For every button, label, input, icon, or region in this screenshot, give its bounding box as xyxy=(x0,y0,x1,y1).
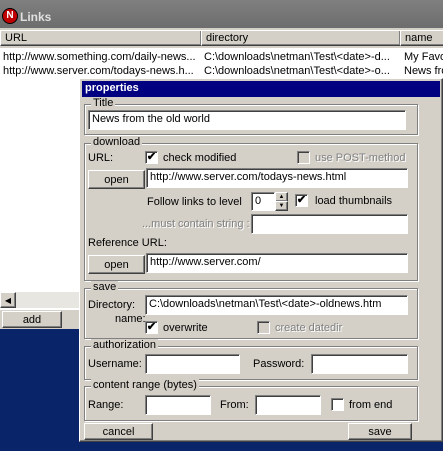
load-thumbnails-label: load thumbnails xyxy=(315,195,393,207)
scroll-left-button[interactable]: ◀ xyxy=(0,292,16,308)
create-datedir-label: create datedir xyxy=(275,322,343,334)
authorization-legend: authorization xyxy=(91,339,158,351)
overwrite-label: overwrite xyxy=(163,322,208,334)
save-legend: save xyxy=(91,281,119,293)
cancel-button[interactable]: cancel xyxy=(84,423,153,440)
content-range-legend: content range (bytes) xyxy=(91,379,199,391)
spin-down-icon[interactable]: ▼ xyxy=(275,201,288,211)
url-input[interactable]: http://www.server.com/todays-news.html xyxy=(146,168,408,188)
reference-url-label: Reference URL: xyxy=(88,237,167,249)
password-input[interactable] xyxy=(311,354,408,374)
directory-label: Directory: xyxy=(88,299,136,311)
row-url: http://www.server.com/todays-news.h... xyxy=(3,65,194,77)
title-input[interactable]: News from the old world xyxy=(88,110,406,130)
app-logo-icon: N xyxy=(2,8,18,24)
column-header-directory[interactable]: directory xyxy=(201,30,401,46)
row-name: My Favo xyxy=(404,51,443,63)
password-label: Password: xyxy=(253,358,305,370)
overwrite-checkbox[interactable]: ✔ xyxy=(145,321,158,334)
download-legend: download xyxy=(91,136,143,148)
row-url: http://www.something.com/daily-news... xyxy=(3,51,196,63)
username-label: Username: xyxy=(88,358,142,370)
use-post-label: use POST-method xyxy=(315,152,406,164)
properties-dialog: properties Title News from the old world… xyxy=(79,78,443,442)
row-directory: C:\downloads\netman\Test\<date>-o... xyxy=(204,65,390,77)
dialog-title: properties xyxy=(85,82,139,94)
table-row[interactable]: http://www.something.com/daily-news... C… xyxy=(0,50,443,64)
level-input[interactable]: 0 xyxy=(251,192,275,211)
links-title: Links xyxy=(20,10,52,24)
open-url-button[interactable]: open xyxy=(88,170,145,189)
from-input[interactable] xyxy=(255,395,321,415)
row-directory: C:\downloads\netman\Test\<date>-d... xyxy=(204,51,390,63)
must-contain-input[interactable] xyxy=(251,214,408,234)
from-label: From: xyxy=(220,399,249,411)
must-contain-label: ...must contain string : xyxy=(142,218,250,230)
username-input[interactable] xyxy=(145,354,240,374)
from-end-checkbox[interactable] xyxy=(331,398,344,411)
save-button[interactable]: save xyxy=(348,423,412,440)
follow-links-label: Follow links to level xyxy=(147,196,242,208)
create-datedir-checkbox[interactable] xyxy=(257,321,270,334)
from-end-label: from end xyxy=(349,399,393,411)
name-label: name: xyxy=(115,313,146,325)
column-header-url[interactable]: URL xyxy=(0,30,202,46)
reference-url-input[interactable]: http://www.server.com/ xyxy=(146,253,408,273)
level-spinner[interactable]: ▲ ▼ xyxy=(275,192,288,211)
add-button[interactable]: add xyxy=(2,311,62,328)
table-row[interactable]: http://www.server.com/todays-news.h... C… xyxy=(0,64,443,78)
use-post-checkbox[interactable] xyxy=(297,151,310,164)
check-modified-label: check modified xyxy=(163,152,237,164)
links-titlebar: N Links xyxy=(0,0,443,28)
column-header-row: URL directory name xyxy=(0,30,443,46)
open-reference-button[interactable]: open xyxy=(88,255,145,274)
url-label: URL: xyxy=(88,152,114,164)
range-input[interactable] xyxy=(145,395,211,415)
row-name: News fro xyxy=(404,65,443,77)
check-modified-checkbox[interactable]: ✔ xyxy=(145,151,158,164)
range-label: Range: xyxy=(88,399,124,411)
title-legend: Title xyxy=(91,97,116,109)
load-thumbnails-checkbox[interactable]: ✔ xyxy=(295,194,308,207)
dialog-titlebar: properties xyxy=(82,81,440,97)
directory-input[interactable]: C:\downloads\netman\Test\<date>-oldnews.… xyxy=(145,295,408,315)
column-header-name[interactable]: name xyxy=(400,30,443,46)
